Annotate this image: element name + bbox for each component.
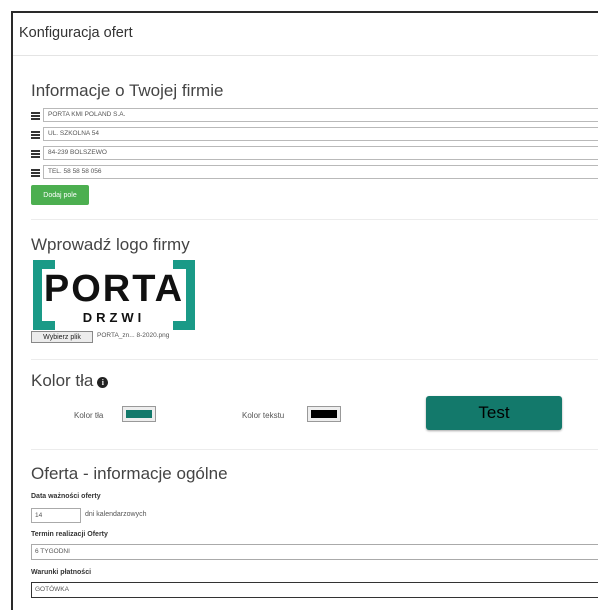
drag-handle-icon[interactable] <box>31 111 40 120</box>
section-divider <box>31 449 598 450</box>
term-input[interactable]: 6 TYGODNI <box>31 544 598 560</box>
company-name-field[interactable]: PORTA KMI POLAND S.A. <box>43 108 598 122</box>
company-field-row: 84-239 BOLSZEWO <box>31 145 598 161</box>
logo-subtext: DRZWI <box>82 310 146 325</box>
section-divider <box>31 219 598 220</box>
validity-input[interactable]: 14 <box>31 508 81 523</box>
text-color-label: Kolor tekstu <box>242 411 285 420</box>
company-field-row: TEL. 58 58 58 056 <box>31 164 598 180</box>
config-window: Konfiguracja ofert Informacje o Twojej f… <box>11 11 598 610</box>
chosen-file-name: PORTA_zn... 8-2020.png <box>97 332 170 339</box>
colors-heading-row: Kolor tła i <box>31 371 109 391</box>
bg-color-label: Kolor tła <box>74 411 104 420</box>
company-street-field[interactable]: UL. SZKOLNA 54 <box>43 127 598 141</box>
validity-label: Data ważności oferty <box>31 493 101 500</box>
logo-heading: Wprowadź logo firmy <box>31 235 190 254</box>
info-icon[interactable]: i <box>97 377 109 388</box>
bg-color-swatch <box>126 410 152 418</box>
add-field-button[interactable]: Dodaj pole <box>31 185 89 205</box>
company-city-field[interactable]: 84-239 BOLSZEWO <box>43 146 598 160</box>
text-color-picker[interactable] <box>307 406 341 422</box>
test-button[interactable]: Test <box>426 396 562 430</box>
text-color-swatch <box>311 410 337 418</box>
drag-handle-icon[interactable] <box>31 149 40 158</box>
bg-color-picker[interactable] <box>122 406 156 422</box>
colors-heading: Kolor tła <box>31 371 94 390</box>
validity-suffix: dni kalendarzowych <box>85 511 147 518</box>
company-logo: PORTA DRZWI <box>31 258 197 342</box>
drag-handle-icon[interactable] <box>31 168 40 177</box>
offer-heading: Oferta - informacje ogólne <box>31 464 228 483</box>
company-field-row: PORTA KMI POLAND S.A. <box>31 107 598 123</box>
payment-label: Warunki płatności <box>31 569 92 576</box>
company-field-row: UL. SZKOLNA 54 <box>31 126 598 142</box>
company-phone-field[interactable]: TEL. 58 58 58 056 <box>43 165 598 179</box>
section-divider <box>31 359 598 360</box>
company-info-heading: Informacje o Twojej firmie <box>31 81 224 100</box>
payment-input[interactable]: GOTÓWKA <box>31 582 598 598</box>
logo-text: PORTA <box>43 268 185 310</box>
title-divider <box>13 55 598 56</box>
term-label: Termin realizacji Oferty <box>31 531 108 538</box>
choose-file-button[interactable]: Wybierz plik <box>31 331 93 343</box>
drag-handle-icon[interactable] <box>31 130 40 139</box>
window-title: Konfiguracja ofert <box>19 25 133 41</box>
